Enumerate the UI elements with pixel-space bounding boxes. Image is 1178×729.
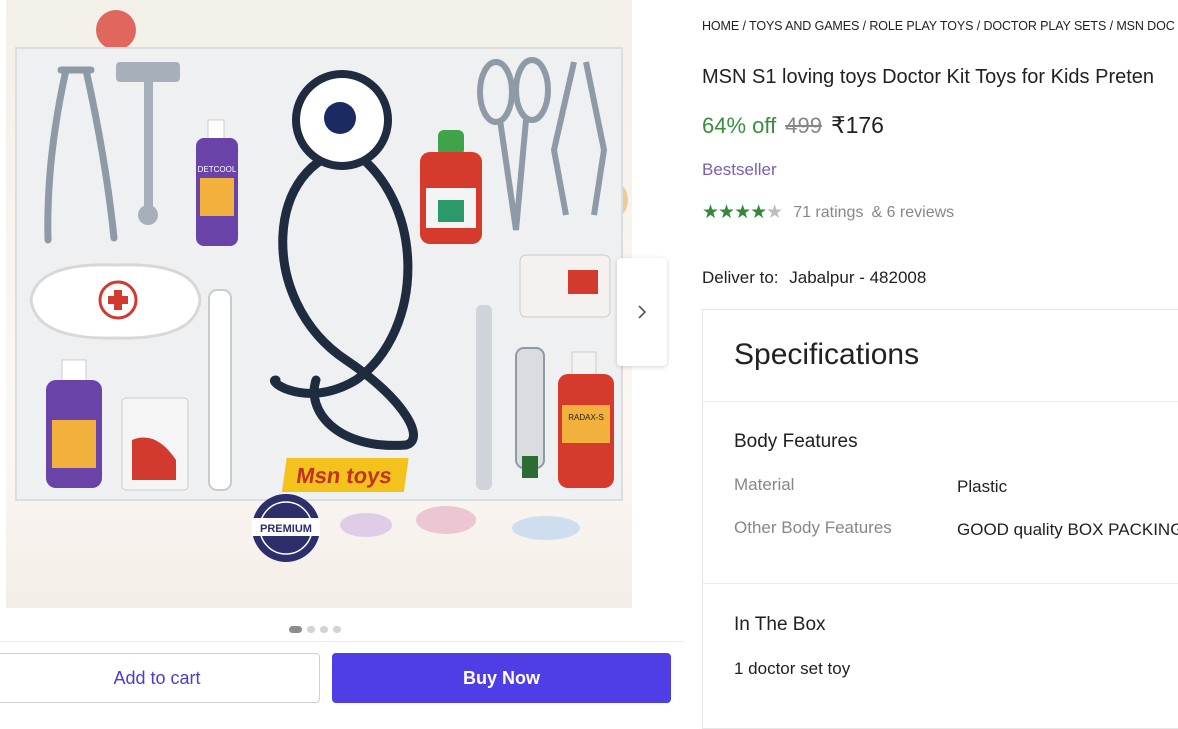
carousel-dot[interactable] — [320, 626, 328, 633]
half-star-icon: ★ — [766, 202, 784, 223]
specifications-card: Specifications Body Features Material Pl… — [702, 309, 1178, 729]
mrp-price: 499 — [785, 113, 822, 138]
buy-now-button[interactable]: Buy Now — [332, 653, 671, 703]
product-details: HOME / TOYS AND GAMES / ROLE PLAY TOYS /… — [702, 0, 1178, 729]
medicine-bottle-icon: DETCOOL — [196, 119, 238, 246]
specifications-title: Specifications — [734, 338, 920, 371]
breadcrumb: HOME / TOYS AND GAMES / ROLE PLAY TOYS /… — [702, 19, 1175, 33]
first-aid-box-icon — [121, 397, 189, 491]
breadcrumb-separator: / — [973, 19, 984, 33]
delivery-pincode[interactable]: Jabalpur - 482008 — [789, 268, 926, 287]
breadcrumb-item-doctor-play-sets[interactable]: DOCTOR PLAY SETS — [983, 19, 1106, 33]
svg-text:PREMIUM: PREMIUM — [260, 523, 312, 535]
spec-key: Material — [734, 475, 795, 494]
carousel-dot[interactable] — [307, 626, 315, 633]
divider — [0, 641, 684, 642]
breadcrumb-separator: / — [1106, 19, 1117, 33]
svg-text:RADAX-S: RADAX-S — [568, 413, 604, 422]
spec-value: GOOD quality BOX PACKING — [957, 520, 1178, 539]
spec-group-title: Body Features — [734, 431, 858, 452]
product-gallery: DETCOOL RADAX-S Msn toys PREMIUM Add to … — [0, 0, 684, 713]
eye-mask-icon — [29, 263, 202, 340]
breadcrumb-separator: / — [859, 19, 870, 33]
carousel-dot[interactable] — [289, 626, 302, 633]
brand-logo: Msn toys — [281, 458, 409, 492]
svg-text:Msn toys: Msn toys — [295, 463, 394, 488]
breadcrumb-item-current[interactable]: MSN DOC — [1116, 19, 1174, 33]
product-title: MSN S1 loving toys Doctor Kit Toys for K… — [702, 66, 1155, 88]
breadcrumb-separator: / — [739, 19, 750, 33]
spec-key: Other Body Features — [734, 518, 892, 537]
add-to-cart-button[interactable]: Add to cart — [0, 653, 320, 703]
breadcrumb-item-home[interactable]: HOME — [702, 19, 739, 33]
selling-price: ₹176 — [830, 112, 884, 138]
spec-value: Plastic — [957, 477, 1008, 496]
probe-icon — [476, 305, 492, 490]
price-row: 64% off 499 ₹176 — [702, 112, 884, 139]
divider — [703, 401, 1178, 402]
carousel-dot[interactable] — [333, 626, 341, 633]
chevron-right-icon — [638, 305, 647, 319]
delivery-location[interactable]: Deliver to: Jabalpur - 482008 — [702, 268, 926, 288]
breadcrumb-item-toys[interactable]: TOYS AND GAMES — [749, 19, 859, 33]
carousel-dots — [289, 626, 341, 633]
product-image[interactable]: DETCOOL RADAX-S Msn toys PREMIUM — [6, 0, 632, 608]
bandage-box-icon — [519, 254, 611, 318]
bestseller-badge: Bestseller — [702, 160, 777, 179]
breadcrumb-item-role-play[interactable]: ROLE PLAY TOYS — [869, 19, 973, 33]
premium-seal-icon: PREMIUM — [252, 494, 320, 562]
divider — [703, 583, 1178, 584]
ratings-count[interactable]: 71 ratings — [793, 204, 863, 222]
spec-group-title: In The Box — [734, 614, 826, 635]
rating-stars: ★★★★ — [702, 202, 767, 223]
syringe-icon — [515, 347, 545, 478]
rating-row[interactable]: ★★★★ ★ 71 ratings & 6 reviews — [702, 201, 954, 224]
discount-label: 64% off — [702, 113, 777, 138]
reviews-count[interactable]: & 6 reviews — [871, 204, 954, 222]
next-image-button[interactable] — [617, 258, 667, 366]
spec-value: 1 doctor set toy — [734, 659, 851, 678]
deliver-label: Deliver to: — [702, 268, 779, 287]
thermometer-icon — [208, 289, 232, 491]
svg-text:DETCOOL: DETCOOL — [198, 165, 237, 174]
doctor-kit-illustration: DETCOOL RADAX-S Msn toys PREMIUM — [15, 10, 628, 562]
